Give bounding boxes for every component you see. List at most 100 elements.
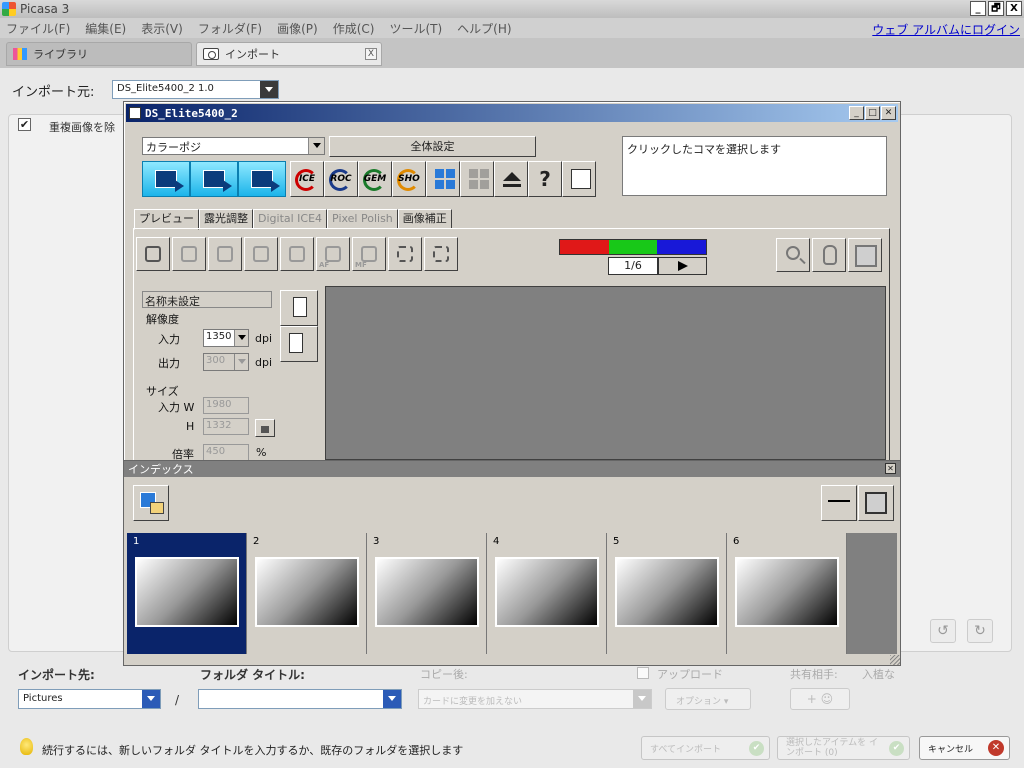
index-save-button[interactable] [133, 485, 169, 521]
import-selected-button[interactable]: 選択したアイテムを インポート (0) ✔ [777, 736, 910, 760]
checkmark-icon: ✔ [889, 741, 904, 756]
after-copy-select[interactable]: カードに変更を加えない [418, 689, 652, 709]
minimize-button[interactable]: _ [970, 1, 986, 16]
grid-view-button[interactable] [426, 161, 460, 197]
rotate-right-button[interactable]: ↻ [967, 619, 993, 643]
resize-grip[interactable] [890, 655, 900, 665]
tab-digital-ice[interactable]: Digital ICE4 [253, 209, 328, 229]
index-fit-button[interactable] [858, 485, 894, 521]
lock-ratio-button[interactable] [255, 419, 275, 437]
film-type-select[interactable]: カラーポジ [142, 137, 325, 155]
menu-file[interactable]: ファイル(F) [6, 20, 70, 37]
size-height-field[interactable]: 1332 [203, 418, 249, 435]
input-dpi-select[interactable]: 1350 [203, 329, 249, 347]
frame-thumbnail[interactable]: 6 [727, 533, 847, 654]
scanner-minimize-button[interactable]: _ [849, 106, 864, 120]
index-close-button[interactable]: ✕ [885, 463, 896, 474]
tab-image-correction[interactable]: 画像補正 [397, 209, 452, 229]
load-setting-button[interactable] [280, 326, 318, 362]
chevron-down-icon[interactable] [260, 81, 278, 98]
tab-preview[interactable]: プレビュー [134, 209, 199, 230]
scanner-icon [129, 107, 141, 119]
web-album-login-link[interactable]: ウェブ アルバムにログイン [872, 21, 1020, 38]
menu-folder[interactable]: フォルダ(F) [198, 20, 262, 37]
flip-vertical-tool[interactable] [244, 237, 278, 271]
scale-field[interactable]: 450 [203, 444, 249, 461]
index-scan-button[interactable] [142, 161, 190, 197]
hand-tool[interactable] [812, 238, 846, 272]
destination-select[interactable]: Pictures [18, 689, 161, 709]
menu-create[interactable]: 作成(C) [333, 20, 375, 37]
ice-button[interactable]: ICE [290, 161, 324, 197]
scanner-close-button[interactable]: ✕ [881, 106, 896, 120]
preview-canvas[interactable] [325, 286, 886, 460]
menu-edit[interactable]: 編集(E) [85, 20, 126, 37]
restore-button[interactable]: 🗗 [988, 1, 1004, 16]
exclude-duplicates-checkbox[interactable]: ✔ [18, 118, 31, 131]
output-dpi-select[interactable]: 300 [203, 353, 249, 371]
input-res-label: 入力 [158, 333, 180, 346]
source-select[interactable]: DS_Elite5400_2 1.0 [112, 80, 279, 99]
add-people-button[interactable]: + ☺ [790, 688, 850, 710]
upload-checkbox[interactable] [637, 667, 649, 679]
menu-help[interactable]: ヘルプ(H) [457, 20, 511, 37]
prescan-button[interactable] [190, 161, 238, 197]
preferences-button[interactable] [562, 161, 596, 197]
gem-button[interactable]: GEM [358, 161, 392, 197]
tab-close-icon[interactable]: X [365, 48, 377, 60]
menu-view[interactable]: 表示(V) [141, 20, 183, 37]
manual-focus-icon [361, 246, 377, 262]
folder-title-input[interactable] [198, 689, 402, 709]
size-width-label: 入力 W [158, 401, 195, 414]
roc-button[interactable]: ROC [324, 161, 358, 197]
close-button[interactable]: X [1006, 1, 1022, 16]
options-button[interactable]: オプション ▾ [665, 688, 751, 710]
close-icon: ✕ [988, 740, 1004, 756]
autofocus-icon [325, 246, 341, 262]
zoom-tool[interactable] [776, 238, 810, 272]
next-frame-button[interactable] [658, 257, 707, 275]
roc-icon: ROC [330, 174, 352, 184]
sho-button[interactable]: SHO [392, 161, 426, 197]
help-button[interactable]: ? [528, 161, 562, 197]
tab-import[interactable]: インポート X [196, 42, 382, 66]
frame-thumbnail[interactable]: 2 [247, 533, 367, 654]
eject-button[interactable] [494, 161, 528, 197]
chevron-down-icon[interactable] [383, 690, 401, 708]
chevron-down-icon[interactable] [234, 354, 248, 370]
crop-tool[interactable] [280, 237, 314, 271]
scan-button[interactable] [238, 161, 286, 197]
rotate-left-tool[interactable] [136, 237, 170, 271]
fit-view-tool[interactable] [848, 238, 882, 272]
import-all-button[interactable]: すべてインポート ✔ [641, 736, 770, 760]
frame-thumbnail[interactable]: 1 [127, 533, 247, 654]
setting-name-field[interactable]: 名称未設定 [142, 291, 272, 308]
tab-pixel-polish[interactable]: Pixel Polish [327, 209, 398, 229]
flip-horizontal-tool[interactable] [208, 237, 242, 271]
all-settings-button[interactable]: 全体設定 [329, 136, 536, 157]
frame-number: 1 [133, 536, 140, 547]
index-swap-button[interactable] [821, 485, 857, 521]
size-width-field[interactable]: 1980 [203, 397, 249, 414]
chevron-down-icon[interactable] [633, 690, 651, 708]
rotate-right-tool[interactable] [172, 237, 206, 271]
frame-thumbnail[interactable]: 3 [367, 533, 487, 654]
frame-thumbnail[interactable]: 5 [607, 533, 727, 654]
menu-picture[interactable]: 画像(P) [277, 20, 318, 37]
autofocus-tool[interactable]: AF [316, 237, 350, 271]
chevron-down-icon[interactable] [234, 330, 248, 346]
save-setting-button[interactable] [280, 290, 318, 326]
scanner-maximize-button[interactable]: □ [865, 106, 880, 120]
menu-tools[interactable]: ツール(T) [389, 20, 442, 37]
cancel-button[interactable]: キャンセル ✕ [919, 736, 1010, 760]
tab-exposure[interactable]: 露光調整 [199, 209, 253, 229]
rotate-left-button[interactable]: ↺ [930, 619, 956, 643]
select-area-tool[interactable] [388, 237, 422, 271]
auto-crop-tool[interactable] [424, 237, 458, 271]
frame-thumbnail[interactable]: 4 [487, 533, 607, 654]
film-holder-button[interactable] [460, 161, 494, 197]
chevron-down-icon[interactable] [142, 690, 160, 708]
manual-focus-tool[interactable]: MF [352, 237, 386, 271]
chevron-down-icon[interactable] [308, 138, 324, 154]
tab-library[interactable]: ライブラリ [6, 42, 192, 66]
